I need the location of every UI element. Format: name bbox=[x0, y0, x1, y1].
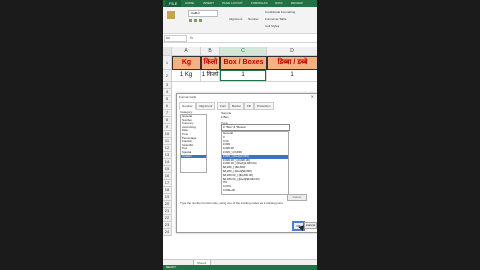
row-header[interactable]: 19 bbox=[163, 194, 172, 201]
category-list[interactable]: General Number Currency Accounting Date … bbox=[180, 114, 207, 173]
row-header-2[interactable]: 2 bbox=[163, 70, 172, 82]
row-header[interactable]: 4 bbox=[163, 89, 172, 96]
status-text: READY bbox=[166, 265, 177, 269]
ribbon: Calibri Alignment Number Conditional For… bbox=[163, 7, 317, 34]
row-header[interactable]: 14 bbox=[163, 159, 172, 166]
font-name-box[interactable]: Calibri bbox=[188, 10, 218, 17]
delete-button[interactable]: Delete bbox=[287, 194, 307, 201]
row-header[interactable]: 21 bbox=[163, 208, 172, 215]
sample-value: 1 Box bbox=[221, 115, 229, 119]
row-header[interactable]: 23 bbox=[163, 222, 172, 229]
column-header-c[interactable]: C bbox=[220, 47, 267, 56]
tab-insert[interactable]: INSERT bbox=[203, 0, 214, 7]
row-header[interactable]: 7 bbox=[163, 110, 172, 117]
row-header[interactable]: 6 bbox=[163, 103, 172, 110]
tab-review[interactable]: REVIEW bbox=[291, 0, 303, 7]
type-input[interactable]: # "Box";# "Boxes" bbox=[221, 124, 290, 131]
cell-a1[interactable]: Kg bbox=[172, 56, 201, 70]
tab-fill[interactable]: Fill bbox=[244, 102, 254, 110]
column-header-b[interactable]: B bbox=[201, 47, 220, 56]
tab-number[interactable]: Number bbox=[179, 102, 196, 110]
cell-c1[interactable]: Box / Boxes bbox=[220, 56, 267, 70]
row-header[interactable]: 8 bbox=[163, 117, 172, 124]
underline-icon[interactable] bbox=[199, 19, 202, 22]
row-header[interactable]: 5 bbox=[163, 96, 172, 103]
row-header[interactable]: 3 bbox=[163, 82, 172, 89]
ribbon-tab-bar: FILE HOME INSERT PAGE LAYOUT FORMULAS DA… bbox=[163, 0, 317, 7]
format-hint: Type the number format code, using one o… bbox=[180, 201, 284, 205]
tab-alignment[interactable]: Alignment bbox=[196, 102, 216, 110]
cancel-button[interactable]: Cancel bbox=[304, 222, 317, 229]
name-box[interactable]: C2 bbox=[164, 35, 187, 42]
row-header[interactable]: 9 bbox=[163, 124, 172, 131]
format-as-table-button[interactable]: Format as Table bbox=[265, 17, 286, 21]
row-header-1[interactable]: 1 bbox=[163, 56, 172, 70]
row-header[interactable]: 16 bbox=[163, 173, 172, 180]
row-header[interactable]: 22 bbox=[163, 215, 172, 222]
row-header[interactable]: 11 bbox=[163, 138, 172, 145]
format-code-list[interactable]: General 0 0.00 #,##0 #,##0.00 #,##0_);(#… bbox=[221, 131, 289, 195]
column-header-a[interactable]: A bbox=[172, 47, 201, 56]
number-group[interactable]: Number bbox=[248, 17, 259, 21]
file-tab[interactable]: FILE bbox=[165, 0, 182, 7]
cell-a2[interactable]: 1 Kg bbox=[172, 70, 201, 82]
format-code-item[interactable]: 0.00E+00 bbox=[222, 188, 288, 193]
status-bar: READY bbox=[163, 265, 317, 270]
cell-d2[interactable]: 1 bbox=[267, 70, 317, 82]
close-icon[interactable]: ✕ bbox=[311, 94, 314, 99]
row-header[interactable]: 13 bbox=[163, 152, 172, 159]
cell-d1[interactable]: डिब्बा / डब्बे bbox=[267, 56, 317, 70]
tab-home[interactable]: HOME bbox=[185, 0, 194, 7]
tab-formulas[interactable]: FORMULAS bbox=[251, 0, 268, 7]
formula-bar: C2 fx bbox=[163, 34, 317, 43]
fx-icon[interactable]: fx bbox=[190, 34, 193, 42]
tab-page-layout[interactable]: PAGE LAYOUT bbox=[222, 0, 243, 7]
column-header-d[interactable]: D bbox=[267, 47, 317, 56]
dialog-title: Format Cells bbox=[179, 95, 197, 99]
row-header[interactable]: 10 bbox=[163, 131, 172, 138]
cell-c2[interactable]: 1 bbox=[220, 70, 267, 82]
cell-b1[interactable]: किलो bbox=[201, 56, 220, 70]
alignment-group[interactable]: Alignment bbox=[229, 17, 242, 21]
format-cells-dialog: Format Cells ✕ Number Alignment Font Bor… bbox=[176, 93, 317, 233]
cell-b2[interactable]: 1 किलो bbox=[201, 70, 220, 82]
excel-window: FILE HOME INSERT PAGE LAYOUT FORMULAS DA… bbox=[163, 0, 317, 270]
tab-border[interactable]: Border bbox=[229, 102, 245, 110]
cell-styles-button[interactable]: Cell Styles bbox=[265, 24, 279, 28]
bold-icon[interactable] bbox=[189, 19, 192, 22]
paste-icon[interactable] bbox=[167, 11, 175, 19]
select-all-corner[interactable] bbox=[163, 47, 172, 56]
tab-font[interactable]: Font bbox=[217, 102, 230, 110]
row-header[interactable]: 12 bbox=[163, 145, 172, 152]
row-header[interactable]: 20 bbox=[163, 201, 172, 208]
row-header[interactable]: 15 bbox=[163, 166, 172, 173]
row-header[interactable]: 17 bbox=[163, 180, 172, 187]
tab-protection[interactable]: Protection bbox=[254, 102, 274, 110]
row-header[interactable]: 24 bbox=[163, 229, 172, 236]
category-item-custom[interactable]: Custom bbox=[181, 154, 206, 159]
tab-data[interactable]: DATA bbox=[275, 0, 283, 7]
conditional-formatting-button[interactable]: Conditional Formatting bbox=[265, 10, 295, 14]
row-header[interactable]: 18 bbox=[163, 187, 172, 194]
italic-icon[interactable] bbox=[194, 19, 197, 22]
